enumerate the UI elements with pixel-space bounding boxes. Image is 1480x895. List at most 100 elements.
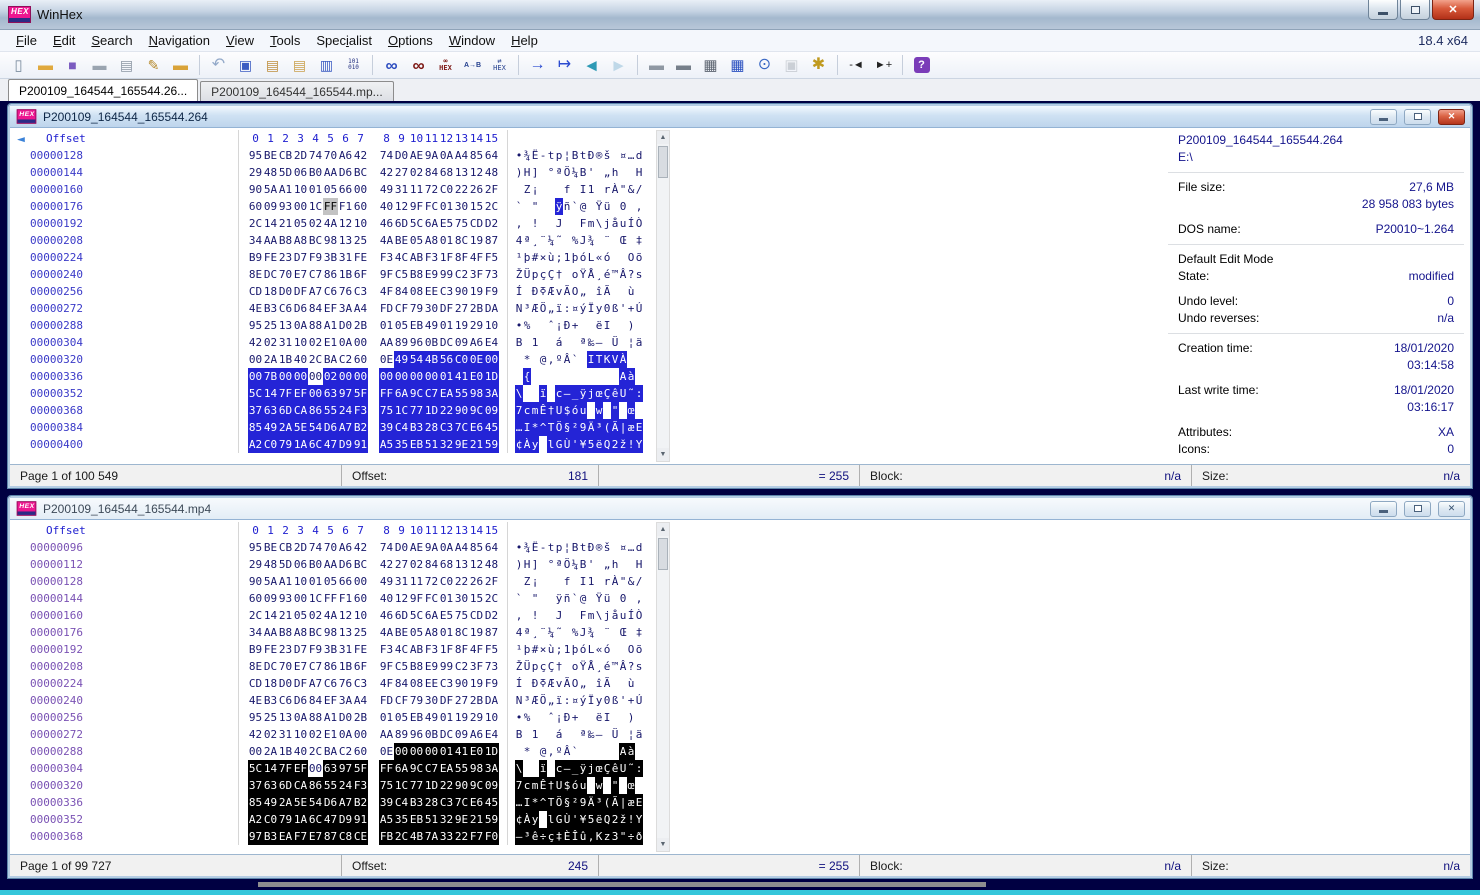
hex-byte[interactable]: 01 (439, 624, 454, 641)
hex-byte[interactable]: CE (353, 828, 368, 845)
hex-byte[interactable]: 05 (293, 607, 308, 624)
hex-byte[interactable]: 6C (308, 436, 323, 453)
hex-byte[interactable]: 24 (338, 402, 353, 419)
hex-byte[interactable]: 96 (409, 726, 424, 743)
text-char[interactable]: ¸ (595, 658, 603, 675)
text-char[interactable]: f (563, 573, 571, 590)
text-char[interactable]: ¤ (571, 692, 579, 709)
text-char[interactable]: ñ (563, 198, 571, 215)
text-char[interactable]: ¾ (587, 232, 595, 249)
hex-byte[interactable]: 01 (379, 709, 394, 726)
hex-byte[interactable]: FE (263, 249, 278, 266)
text-char[interactable]: u (619, 215, 627, 232)
text-char[interactable]: p (555, 539, 563, 556)
text-char[interactable]: † (547, 402, 555, 419)
hex-byte[interactable]: C2 (454, 266, 469, 283)
hex-byte[interactable]: 01 (439, 232, 454, 249)
hex-byte[interactable]: 22 (439, 402, 454, 419)
hex-byte[interactable]: 27 (394, 164, 409, 181)
hex-byte[interactable]: 13 (338, 232, 353, 249)
hex-byte[interactable]: AA (379, 334, 394, 351)
hex-byte[interactable]: 02 (263, 726, 278, 743)
minimize-button[interactable] (1368, 0, 1398, 20)
text-char[interactable]: Ö (555, 419, 563, 436)
hex-byte[interactable]: 59 (484, 811, 499, 828)
restore-button[interactable] (1400, 0, 1430, 20)
hex-byte[interactable]: 49 (263, 419, 278, 436)
hex-byte[interactable]: 6F (353, 658, 368, 675)
hex-byte[interactable]: 1F (439, 249, 454, 266)
hex-byte[interactable]: 00 (293, 198, 308, 215)
hex-byte[interactable]: 06 (293, 556, 308, 573)
save-as-icon[interactable]: ▬ (87, 53, 112, 77)
text-char[interactable]: 7 (515, 777, 523, 794)
hex-byte[interactable]: 00 (278, 368, 293, 385)
hex-byte[interactable]: 15 (469, 590, 484, 607)
text-char[interactable]: ù (627, 675, 635, 692)
text-char[interactable]: % (571, 232, 579, 249)
hex-byte[interactable]: 59 (484, 436, 499, 453)
hex-byte[interactable]: 2A (278, 794, 293, 811)
text-char[interactable]: & (627, 181, 635, 198)
hex-byte[interactable]: 77 (409, 777, 424, 794)
hex-byte[interactable]: E5 (439, 607, 454, 624)
binary-values-icon[interactable]: 101 010 (341, 53, 366, 77)
hex-byte[interactable]: 4C (394, 249, 409, 266)
hex-byte[interactable]: F3 (353, 402, 368, 419)
hex-byte[interactable]: F5 (484, 641, 499, 658)
text-char[interactable]: _ (571, 760, 579, 777)
text-char[interactable]: ç (539, 266, 547, 283)
hex-byte[interactable]: 02 (263, 334, 278, 351)
hex-byte[interactable]: 4B (424, 351, 439, 368)
text-char[interactable]: + (627, 692, 635, 709)
text-char[interactable]: ` (571, 743, 579, 760)
app-titlebar[interactable]: HEX WinHex ✕ (0, 0, 1480, 30)
hex-byte[interactable]: 42 (379, 164, 394, 181)
text-char[interactable]: … (515, 419, 523, 436)
hex-byte[interactable]: AA (323, 556, 338, 573)
hex-byte[interactable]: 0B (424, 726, 439, 743)
hex-byte[interactable]: 2A (263, 351, 278, 368)
hex-byte[interactable]: 35 (394, 436, 409, 453)
text-char[interactable]: + (571, 317, 579, 334)
text-char[interactable]: L (587, 641, 595, 658)
hex-byte[interactable]: 7C (454, 794, 469, 811)
hex-byte[interactable]: DC (263, 266, 278, 283)
hex-byte[interactable]: D0 (394, 147, 409, 164)
hex-byte[interactable]: 86 (308, 777, 323, 794)
hex-byte[interactable]: 01 (379, 317, 394, 334)
scroll-down-arrow[interactable]: ▼ (657, 448, 669, 461)
hex-byte[interactable]: 10 (293, 726, 308, 743)
text-char[interactable]: „ (547, 692, 555, 709)
text-char[interactable]: r (603, 573, 611, 590)
text-char[interactable]: " (619, 828, 627, 845)
hex-byte[interactable]: 9F (409, 590, 424, 607)
hex-byte[interactable]: 01 (439, 743, 454, 760)
text-char[interactable]: u (579, 777, 587, 794)
hex-byte[interactable]: FC (424, 590, 439, 607)
text-char[interactable]: × (539, 249, 547, 266)
hex-byte[interactable]: FD (379, 692, 394, 709)
properties-icon[interactable]: ✎ (141, 53, 166, 77)
text-char[interactable]: ¦ (627, 334, 635, 351)
hex-byte[interactable]: E0 (469, 743, 484, 760)
hex-byte[interactable]: 2C (308, 351, 323, 368)
text-char[interactable]: é (603, 658, 611, 675)
hex-byte[interactable]: CA (293, 777, 308, 794)
hex-byte[interactable]: F3 (379, 249, 394, 266)
text-char[interactable]: î (595, 675, 603, 692)
text-char[interactable]: Ë (531, 539, 539, 556)
hex-byte[interactable]: 4C (394, 641, 409, 658)
hex-byte[interactable]: 19 (469, 675, 484, 692)
text-char[interactable]: ° (547, 556, 555, 573)
hex-byte[interactable]: 10 (353, 215, 368, 232)
hex-byte[interactable]: EF (293, 760, 308, 777)
text-char[interactable]: ^ (539, 419, 547, 436)
hex-byte[interactable]: F3 (353, 777, 368, 794)
text-char[interactable]: p (555, 147, 563, 164)
text-char[interactable]: w (595, 402, 603, 419)
text-char[interactable]: H (635, 556, 643, 573)
hex-byte[interactable]: 73 (484, 266, 499, 283)
previous-position-icon[interactable]: -◄ (844, 53, 869, 77)
text-char[interactable]: J (579, 624, 587, 641)
